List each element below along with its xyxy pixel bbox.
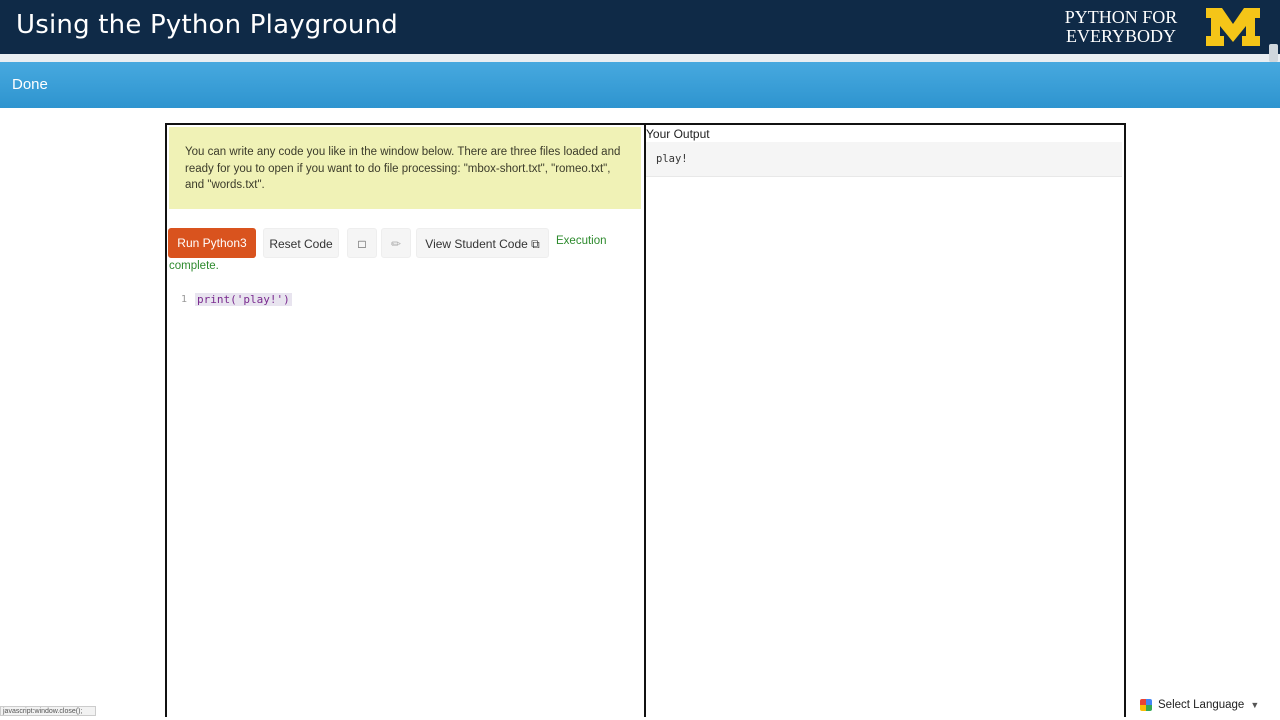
output-box: play! — [646, 142, 1122, 177]
pencil-icon: ✏ — [390, 237, 402, 251]
code-editor[interactable]: 1 print('play!') — [167, 291, 642, 711]
select-language-widget[interactable]: Select Language ▼ — [1140, 696, 1259, 714]
line-number: 1 — [181, 294, 188, 305]
code-pane: You can write any code you like in the w… — [167, 125, 646, 717]
files-notice: You can write any code you like in the w… — [169, 127, 641, 209]
brand-line-2: EVERYBODY — [1065, 26, 1176, 46]
banner-title: Using the Python Playground — [16, 10, 398, 40]
output-pane: Your Output play! — [646, 125, 1122, 717]
google-translate-icon — [1140, 699, 1152, 711]
select-language-label: Select Language — [1158, 699, 1245, 711]
brand-text: PYTHON FOR EVERYBODY — [1056, 8, 1186, 46]
browser-url-strip — [0, 54, 1280, 62]
block-m-logo-icon — [1206, 8, 1260, 46]
editor-toolbar: Run Python3 Reset Code □ ✏ View Student … — [167, 226, 644, 276]
pencil-icon-button[interactable]: ✏ — [381, 228, 411, 258]
execution-status-line-1: Execution — [556, 235, 607, 247]
square-icon-button[interactable]: □ — [347, 228, 377, 258]
video-title-banner: Using the Python Playground PYTHON FOR E… — [0, 0, 1280, 54]
view-student-code-label: View Student Code — [425, 237, 528, 251]
execution-status-line-2: complete. — [169, 260, 219, 272]
playground-frame: You can write any code you like in the w… — [165, 123, 1126, 717]
output-heading: Your Output — [646, 127, 710, 141]
output-text: play! — [656, 153, 688, 165]
done-link[interactable]: Done — [12, 76, 48, 93]
top-navbar: Done — [0, 62, 1280, 108]
reset-code-button[interactable]: Reset Code — [263, 228, 339, 258]
scrollbar-thumb[interactable] — [1269, 44, 1278, 62]
view-student-code-button[interactable]: View Student Code ⧉ — [416, 228, 549, 258]
brand-line-1: PYTHON FOR — [1064, 7, 1178, 27]
external-link-icon: ⧉ — [531, 237, 540, 251]
square-icon: □ — [358, 237, 366, 251]
chevron-down-icon: ▼ — [1250, 700, 1260, 710]
code-line[interactable]: print('play!') — [195, 293, 292, 306]
browser-status-bar: javascript:window.close(); — [0, 706, 96, 716]
run-python3-button[interactable]: Run Python3 — [168, 228, 256, 258]
